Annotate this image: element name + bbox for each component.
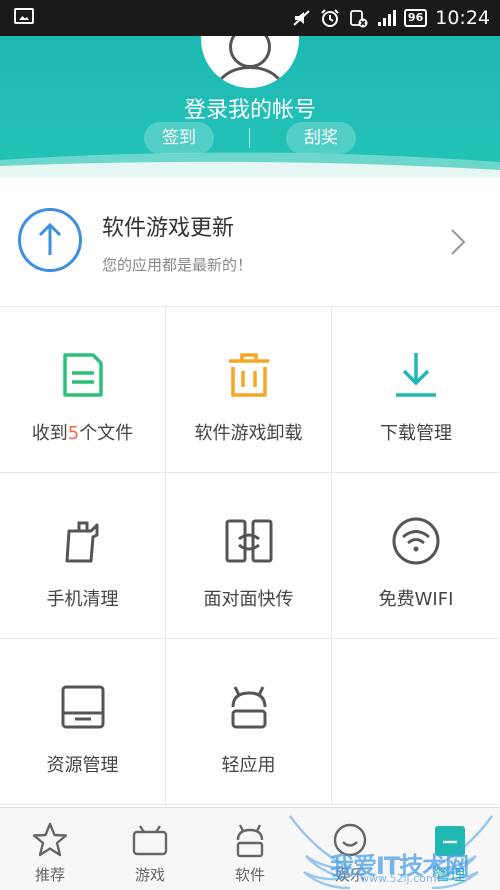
- tab-recommend-label: 推荐: [34, 866, 65, 884]
- avatar-head: [229, 36, 271, 68]
- wifi-icon: [392, 517, 440, 565]
- resource-manager-label: 资源管理: [46, 755, 119, 776]
- avatar[interactable]: [201, 36, 299, 88]
- star-icon: [32, 822, 68, 857]
- tab-recommend[interactable]: 推荐: [0, 808, 100, 890]
- account-header: 登录我的帐号 签到 刮奖: [0, 36, 500, 178]
- phone-clean-tile[interactable]: 手机清理: [0, 473, 166, 639]
- status-bar: 96 10:24: [0, 0, 500, 36]
- clean-icon: [65, 521, 98, 563]
- battery-icon: 96: [403, 9, 428, 27]
- download-icon: [396, 353, 436, 397]
- signal-icon: [377, 10, 396, 26]
- free-wifi-tile[interactable]: 免费WIFI: [333, 473, 499, 639]
- status-icons: 96 10:24: [292, 0, 490, 36]
- chevron-right-icon: [451, 229, 466, 255]
- tab-games-label: 游戏: [134, 866, 165, 884]
- android-icon: [236, 824, 264, 858]
- uninstall-label: 软件游戏卸载: [194, 423, 303, 444]
- tab-games[interactable]: 游戏: [100, 808, 200, 890]
- light-app-tile[interactable]: 轻应用: [166, 639, 332, 805]
- phone-clean-label: 手机清理: [46, 589, 119, 610]
- clock: 10:24: [435, 7, 490, 29]
- tools-grid: 收到5个文件 软件游戏卸载 下载管理 手机清理 面对面快传 免费WIFI 资源管…: [0, 307, 500, 807]
- app-update-row[interactable]: 软件游戏更新 您的应用都是最新的！: [0, 178, 500, 307]
- login-link[interactable]: 登录我的帐号: [0, 92, 500, 124]
- transfer-icon: [225, 519, 272, 563]
- received-files-label: 收到5个文件: [31, 423, 134, 444]
- watermark-url: www.52ij.com: [360, 872, 437, 885]
- update-subtitle: 您的应用都是最新的！: [102, 256, 253, 274]
- avatar-body: [215, 66, 285, 88]
- document-icon: [62, 353, 103, 397]
- alarm-icon: [321, 9, 339, 27]
- no-sim-icon: [350, 10, 368, 28]
- divider: [249, 128, 250, 148]
- trash-icon: [228, 353, 269, 397]
- header-wave: [0, 152, 500, 178]
- gamepad-icon: [132, 825, 168, 856]
- download-manager-tile[interactable]: 下载管理: [333, 307, 499, 473]
- update-title: 软件游戏更新: [102, 216, 235, 241]
- uninstall-tile[interactable]: 软件游戏卸载: [166, 307, 332, 473]
- upload-arrow-icon: [18, 208, 82, 272]
- face-transfer-label: 面对面快传: [203, 589, 294, 610]
- download-manager-label: 下载管理: [380, 423, 452, 444]
- resource-manager-tile[interactable]: 资源管理: [0, 639, 166, 805]
- face-transfer-tile[interactable]: 面对面快传: [166, 473, 332, 639]
- empty-tile: [333, 639, 499, 805]
- tab-software[interactable]: 软件: [200, 808, 300, 890]
- free-wifi-label: 免费WIFI: [378, 589, 454, 610]
- light-app-label: 轻应用: [221, 755, 276, 776]
- gallery-notification-icon: [14, 8, 34, 24]
- received-files-tile[interactable]: 收到5个文件: [0, 307, 166, 473]
- mute-icon: [293, 10, 310, 26]
- android-icon: [231, 686, 266, 729]
- folder-icon: [61, 685, 104, 729]
- tab-software-label: 软件: [234, 866, 265, 884]
